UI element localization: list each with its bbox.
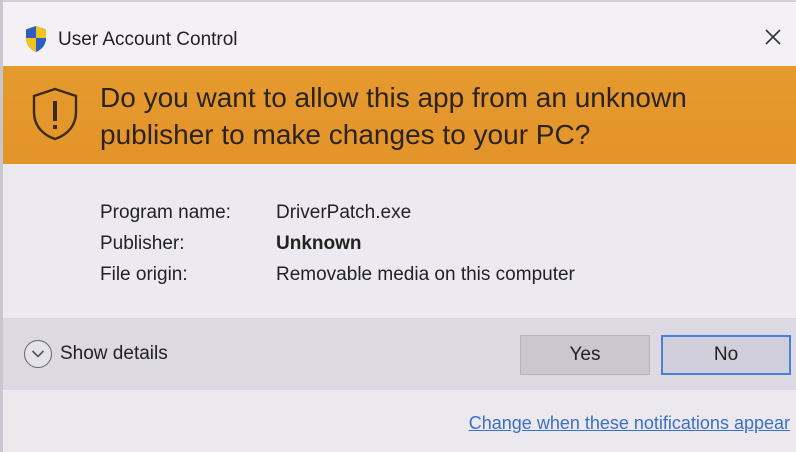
- no-button[interactable]: No: [661, 335, 791, 375]
- info-row-file-origin: File origin: Removable media on this comp…: [100, 264, 575, 286]
- info-row-program-name: Program name: DriverPatch.exe: [100, 202, 411, 224]
- file-origin-value: Removable media on this computer: [276, 264, 575, 285]
- close-icon: [764, 28, 782, 51]
- chevron-down-icon: [24, 340, 52, 368]
- banner-heading: Do you want to allow this app from an un…: [100, 82, 687, 150]
- uac-shield-icon: [24, 25, 48, 53]
- info-row-publisher: Publisher: Unknown: [100, 233, 362, 255]
- show-details-toggle[interactable]: Show details: [24, 340, 168, 368]
- title-bar: User Account Control: [0, 0, 796, 66]
- warning-banner: Do you want to allow this app from an un…: [0, 66, 796, 164]
- show-details-label: Show details: [60, 343, 168, 364]
- close-button[interactable]: [756, 22, 790, 56]
- action-bar: Show details Yes No: [0, 318, 796, 390]
- publisher-label: Publisher:: [100, 233, 185, 254]
- window-border-left: [0, 0, 3, 452]
- file-origin-label: File origin:: [100, 264, 188, 285]
- uac-dialog: User Account Control Do you want to allo…: [0, 0, 796, 452]
- program-info: Program name: DriverPatch.exe Publisher: U…: [0, 164, 796, 318]
- window-title: User Account Control: [58, 29, 238, 50]
- footer: Change when these notifications appear: [0, 390, 796, 452]
- window-border-top: [0, 0, 796, 2]
- change-notifications-link[interactable]: Change when these notifications appear: [469, 413, 790, 434]
- program-name-label: Program name:: [100, 202, 231, 223]
- program-name-value: DriverPatch.exe: [276, 202, 412, 223]
- yes-button[interactable]: Yes: [520, 335, 650, 375]
- publisher-value: Unknown: [276, 233, 362, 254]
- warning-shield-icon: [30, 86, 80, 142]
